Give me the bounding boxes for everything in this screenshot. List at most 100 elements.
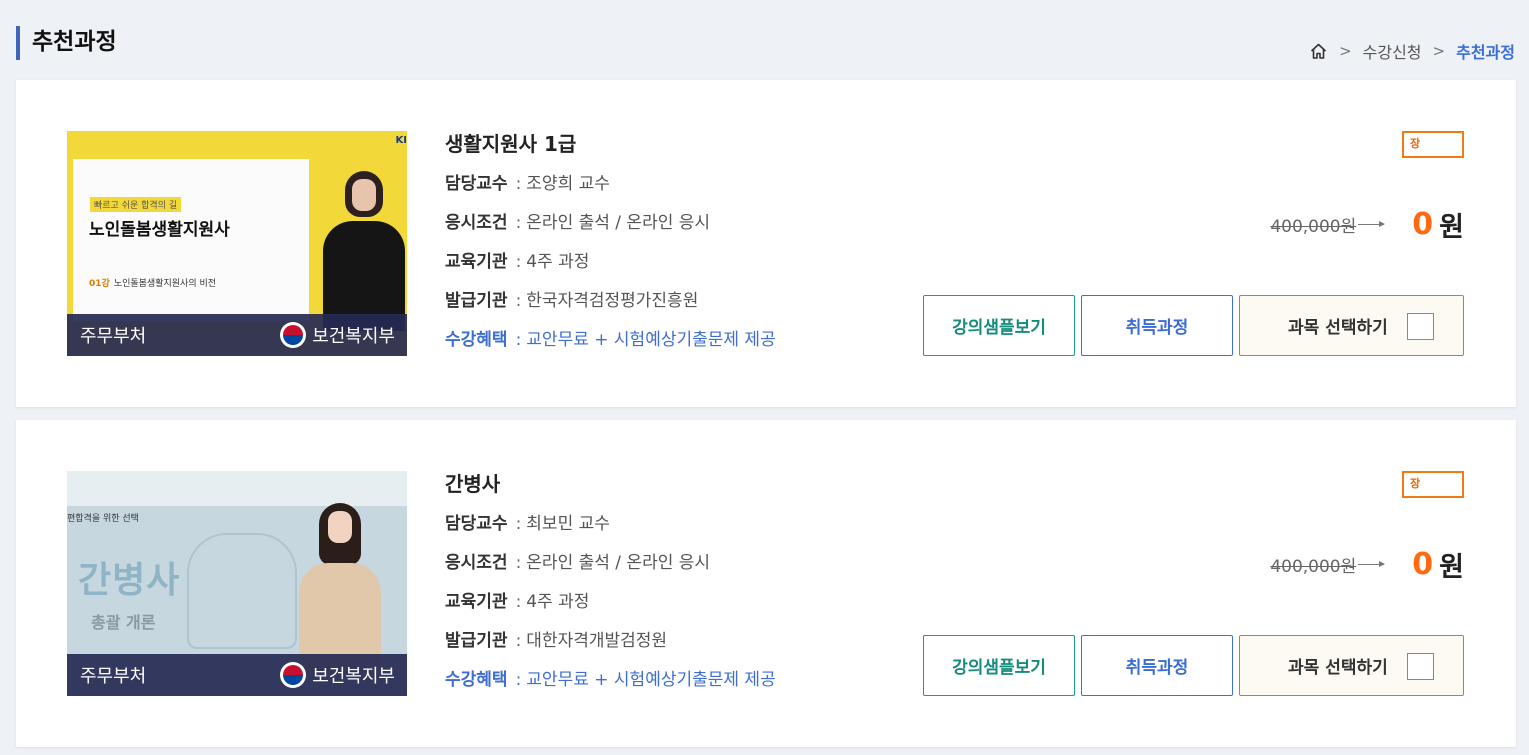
caregiver-illustration <box>187 533 297 649</box>
course-card: 편합격을 위한 선택 간병사 총괄 개론 주무부처 보건복지부 간병사 담당교수… <box>16 420 1516 747</box>
exam-value: 온라인 출석 / 온라인 응시 <box>526 553 711 573</box>
ministry-name-group: 보건복지부 <box>280 662 395 688</box>
institution-label: 교육기관 <box>445 592 508 612</box>
benefit-row: 수강혜택: 교안무료 + 시험예상기출문제 제공 <box>445 669 776 691</box>
exam-label: 응시조건 <box>445 553 508 573</box>
separator: : <box>515 213 522 233</box>
select-course-label: 과목 선택하기 <box>1288 318 1388 338</box>
professor-label: 담당교수 <box>445 514 508 534</box>
issuer-value: 대한자격개발검정원 <box>526 631 668 651</box>
course-title[interactable]: 생활지원사 1급 <box>445 132 776 156</box>
benefit-label: 수강혜택 <box>445 330 508 350</box>
separator: : <box>515 631 522 651</box>
page-title: 추천과정 <box>16 26 117 60</box>
benefit-label: 수강혜택 <box>445 670 508 690</box>
thumbnail-big-text: 간병사 <box>78 560 181 601</box>
institution-row: 교육기관:4주 과정 <box>445 251 776 273</box>
exam-value: 온라인 출석 / 온라인 응시 <box>526 213 711 233</box>
course-badge: 장 <box>1402 131 1464 158</box>
institution-row: 교육기관:4주 과정 <box>445 591 776 613</box>
lecture-sample-button[interactable]: 강의샘플보기 <box>923 295 1075 356</box>
taeguk-emblem-icon <box>280 322 307 348</box>
thumbnail-small-text: 편합격을 위한 선택 <box>67 514 139 524</box>
issuer-row: 발급기관: 한국자격검정평가진흥원 <box>445 290 776 312</box>
home-icon[interactable] <box>1309 42 1328 61</box>
professor-label: 담당교수 <box>445 174 508 194</box>
benefit-value: 교안무료 + 시험예상기출문제 제공 <box>526 330 776 350</box>
breadcrumb-item-current[interactable]: 추천과정 <box>1456 39 1515 63</box>
sale-price: 0 <box>1412 207 1434 242</box>
breadcrumb-item-enroll[interactable]: 수강신청 <box>1363 39 1422 63</box>
select-course-button[interactable]: 과목 선택하기 <box>1239 635 1464 696</box>
course-thumbnail[interactable]: 편합격을 위한 선택 간병사 총괄 개론 주무부처 보건복지부 <box>67 471 407 696</box>
professor-value: 최보민 교수 <box>526 514 610 534</box>
acquisition-course-button[interactable]: 취득과정 <box>1081 295 1233 356</box>
exam-row: 응시조건: 온라인 출석 / 온라인 응시 <box>445 212 776 234</box>
separator: : <box>515 670 522 690</box>
select-course-button[interactable]: 과목 선택하기 <box>1239 295 1464 356</box>
taeguk-emblem-icon <box>280 662 307 688</box>
professor-row: 담당교수: 조양희 교수 <box>445 173 776 195</box>
original-price: 400,000원 <box>1270 557 1357 577</box>
price: 400,000원 0 원 <box>1270 205 1464 244</box>
thumbnail-band <box>67 471 407 506</box>
institution-value: 4주 과정 <box>526 252 590 272</box>
separator: : <box>515 252 522 272</box>
benefit-row: 수강혜택: 교안무료 + 시험예상기출문제 제공 <box>445 329 776 351</box>
thumbnail-lesson-no: 01강 <box>89 279 110 289</box>
lecture-sample-button[interactable]: 강의샘플보기 <box>923 635 1075 696</box>
instructor-image <box>323 171 405 331</box>
separator: : <box>515 592 522 612</box>
sale-price: 0 <box>1412 547 1434 582</box>
exam-label: 응시조건 <box>445 213 508 233</box>
course-thumbnail[interactable]: 빠르고 쉬운 합격의 길 노인돌봄생활지원사 01강 노인돌봄생활지원사의 비전 … <box>67 131 407 356</box>
separator: : <box>515 291 522 311</box>
ministry-bar: 주무부처 보건복지부 <box>67 654 407 696</box>
ministry-name: 보건복지부 <box>312 666 395 687</box>
institution-value: 4주 과정 <box>526 592 590 612</box>
select-checkbox[interactable] <box>1407 653 1434 680</box>
separator: : <box>515 514 522 534</box>
issuer-label: 발급기관 <box>445 291 508 311</box>
professor-row: 담당교수: 최보민 교수 <box>445 513 776 535</box>
select-checkbox[interactable] <box>1407 313 1434 340</box>
separator: : <box>515 330 522 350</box>
course-title[interactable]: 간병사 <box>445 472 776 496</box>
course-info: 간병사 담당교수: 최보민 교수 응시조건: 온라인 출석 / 온라인 응시 교육기… <box>445 472 776 708</box>
ministry-label: 주무부처 <box>80 326 147 347</box>
ministry-name-group: 보건복지부 <box>280 322 395 348</box>
acquisition-course-button[interactable]: 취득과정 <box>1081 635 1233 696</box>
arrow-right-icon <box>1358 561 1386 567</box>
arrow-right-icon <box>1358 221 1386 227</box>
price: 400,000원 0 원 <box>1270 545 1464 584</box>
breadcrumb: > 수강신청 > 추천과정 <box>1309 39 1515 63</box>
professor-value: 조양희 교수 <box>526 174 610 194</box>
ministry-name: 보건복지부 <box>312 326 395 347</box>
issuer-row: 발급기관: 대한자격개발검정원 <box>445 630 776 652</box>
separator: : <box>515 174 522 194</box>
ministry-label: 주무부처 <box>80 666 147 687</box>
course-card: 빠르고 쉬운 합격의 길 노인돌봄생활지원사 01강 노인돌봄생활지원사의 비전 … <box>16 80 1516 407</box>
original-price: 400,000원 <box>1270 217 1357 237</box>
exam-row: 응시조건: 온라인 출석 / 온라인 응시 <box>445 552 776 574</box>
course-badge: 장 <box>1402 471 1464 498</box>
thumbnail-sub-text: 총괄 개론 <box>91 613 156 632</box>
currency-unit: 원 <box>1439 552 1464 583</box>
benefit-value: 교안무료 + 시험예상기출문제 제공 <box>526 670 776 690</box>
thumbnail-lesson-title: 노인돌봄생활지원사의 비전 <box>113 279 217 289</box>
select-course-label: 과목 선택하기 <box>1288 658 1388 678</box>
ministry-bar: 주무부처 보건복지부 <box>67 314 407 356</box>
institution-label: 교육기관 <box>445 252 508 272</box>
chevron-right-icon: > <box>1339 42 1352 60</box>
chevron-right-icon: > <box>1432 42 1446 60</box>
thumbnail-big-text: 노인돌봄생활지원사 <box>89 220 230 240</box>
thumbnail-corner-logo: KI <box>395 135 407 146</box>
issuer-label: 발급기관 <box>445 631 508 651</box>
thumbnail-small-text: 빠르고 쉬운 합격의 길 <box>90 197 182 212</box>
separator: : <box>515 553 522 573</box>
instructor-image <box>295 503 385 673</box>
thumbnail-board <box>73 159 309 321</box>
thumbnail-lesson: 01강 노인돌봄생활지원사의 비전 <box>89 276 216 289</box>
issuer-value: 한국자격검정평가진흥원 <box>526 291 699 311</box>
course-info: 생활지원사 1급 담당교수: 조양희 교수 응시조건: 온라인 출석 / 온라인 응… <box>445 132 776 368</box>
